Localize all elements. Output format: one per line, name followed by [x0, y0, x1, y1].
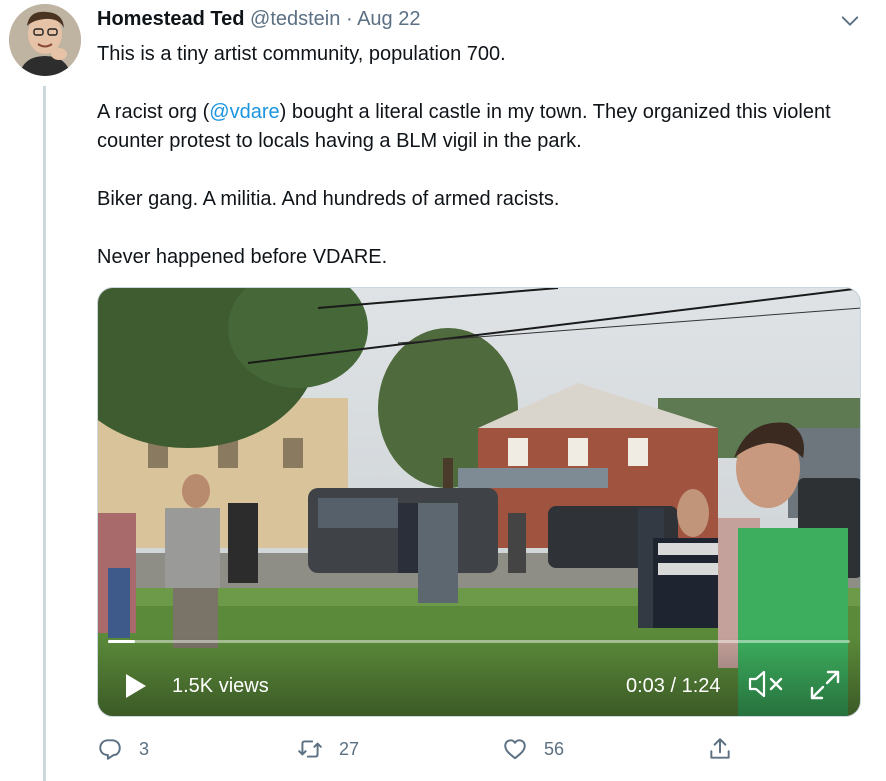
avatar[interactable] — [9, 4, 81, 76]
tweet-text: This is a tiny artist community, populat… — [97, 40, 867, 272]
avatar-image — [9, 4, 81, 76]
mute-icon[interactable] — [746, 668, 786, 700]
share-button[interactable] — [707, 735, 733, 763]
text-fragment: A racist org ( — [97, 101, 210, 123]
video-progress-fill — [108, 640, 135, 643]
like-count: 56 — [544, 738, 565, 759]
mention-link[interactable]: @vdare — [209, 101, 279, 123]
retweet-button[interactable]: 27 — [297, 735, 359, 763]
retweet-count: 27 — [339, 738, 360, 759]
chevron-down-icon[interactable] — [839, 10, 861, 32]
tweet-paragraph-4: Never happened before VDARE. — [97, 246, 388, 268]
fullscreen-icon[interactable] — [808, 668, 842, 702]
reply-icon — [99, 739, 121, 760]
tweet-header: Homestead Ted @tedstein · Aug 22 — [97, 6, 420, 32]
tweet-paragraph-3: Biker gang. A militia. And hundreds of a… — [97, 188, 560, 210]
thread-line — [43, 86, 46, 781]
reply-button[interactable]: 3 — [97, 735, 149, 763]
view-count: 1.5K views — [172, 675, 269, 697]
like-icon — [504, 739, 526, 760]
reply-count: 3 — [139, 738, 150, 759]
play-icon[interactable] — [120, 671, 150, 701]
tweet-paragraph-1: This is a tiny artist community, populat… — [97, 43, 506, 65]
separator-dot: · — [345, 8, 353, 30]
video-timecode: 0:03 / 1:24 — [626, 675, 721, 697]
author-handle[interactable]: @tedstein — [250, 8, 340, 30]
retweet-icon — [298, 740, 322, 758]
like-button[interactable]: 56 — [502, 735, 564, 763]
tweet-date[interactable]: Aug 22 — [357, 8, 420, 30]
share-icon — [710, 738, 730, 759]
tweet-actions: 3 27 56 — [97, 735, 777, 765]
video-progress-bar[interactable] — [108, 640, 850, 643]
video-player[interactable]: 1.5K views 0:03 / 1:24 — [97, 287, 861, 717]
tweet-paragraph-2: A racist org (@vdare) bought a literal c… — [97, 98, 867, 156]
author-name[interactable]: Homestead Ted — [97, 8, 244, 30]
